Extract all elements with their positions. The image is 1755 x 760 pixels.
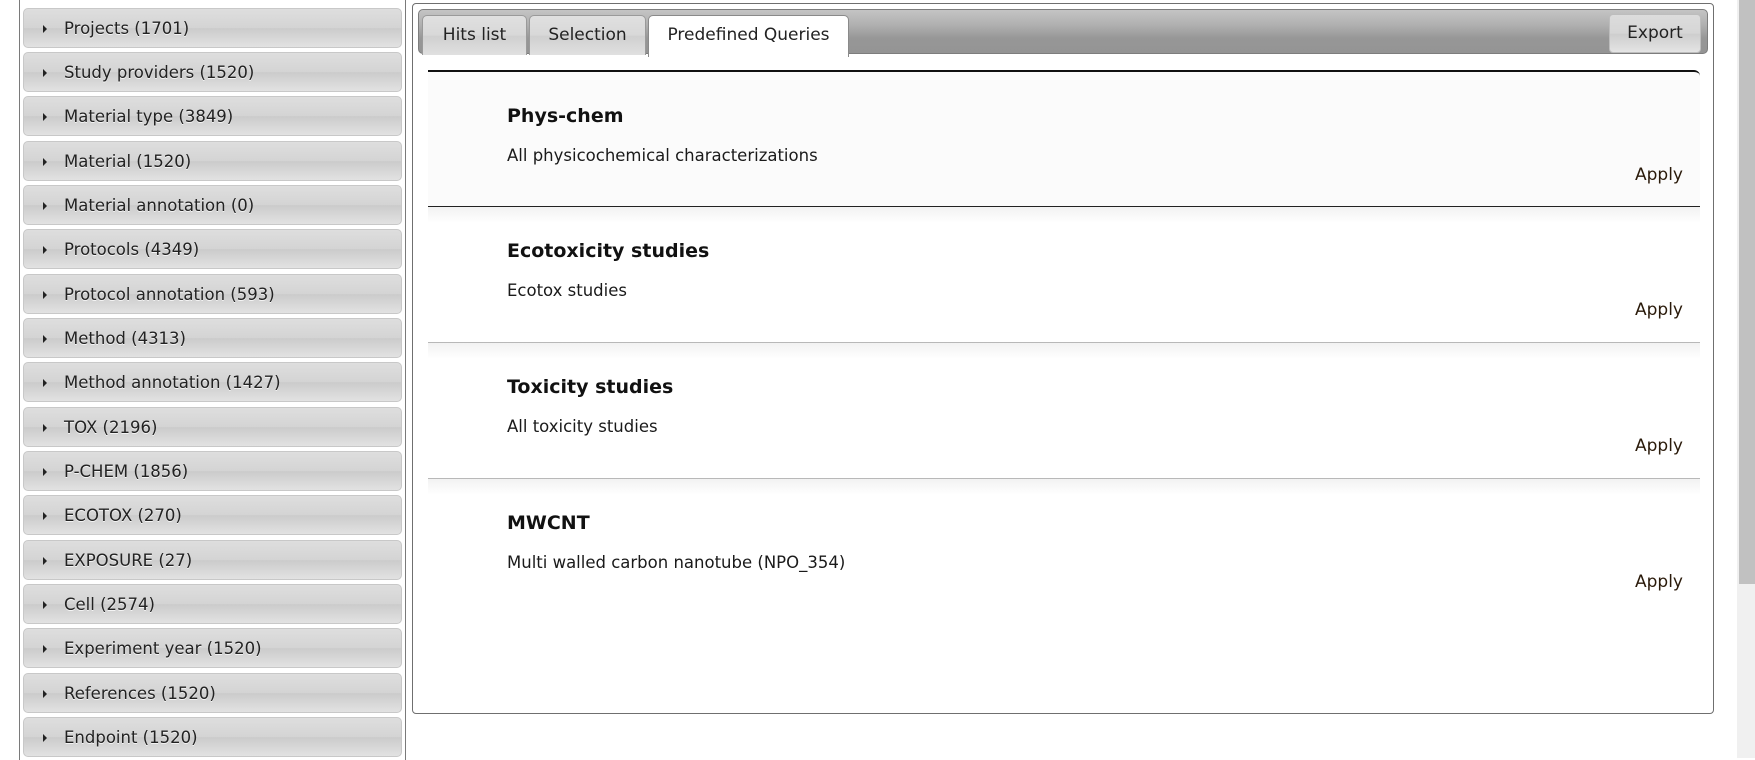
- scrollbar-thumb[interactable]: [1739, 0, 1755, 584]
- facet-label: EXPOSURE (27): [64, 551, 193, 570]
- triangle-right-icon: [43, 690, 47, 698]
- triangle-right-icon: [43, 645, 47, 653]
- facet-label: References (1520): [64, 684, 216, 703]
- facet-label: TOX (2196): [64, 418, 158, 437]
- facet-label: Protocols (4349): [64, 240, 200, 259]
- query-item: Phys-chem All physicochemical characteri…: [428, 70, 1700, 206]
- facet-protocols[interactable]: Protocols (4349): [23, 229, 402, 269]
- query-description: Ecotox studies: [507, 281, 627, 300]
- facet-tox[interactable]: TOX (2196): [23, 407, 402, 447]
- triangle-right-icon: [43, 557, 47, 565]
- facet-label: Method annotation (1427): [64, 373, 281, 392]
- triangle-right-icon: [43, 158, 47, 166]
- apply-button[interactable]: Apply: [1635, 572, 1683, 592]
- query-item: Toxicity studies All toxicity studies Ap…: [428, 342, 1700, 478]
- triangle-right-icon: [43, 734, 47, 742]
- facet-material-type[interactable]: Material type (3849): [23, 96, 402, 136]
- triangle-right-icon: [43, 468, 47, 476]
- facet-label: P-CHEM (1856): [64, 462, 189, 481]
- facet-protocol-annotation[interactable]: Protocol annotation (593): [23, 274, 402, 314]
- facet-material[interactable]: Material (1520): [23, 141, 402, 181]
- predefined-queries-list: Phys-chem All physicochemical characteri…: [428, 70, 1700, 614]
- query-title: Toxicity studies: [507, 376, 674, 398]
- facet-label: Material type (3849): [64, 107, 234, 126]
- export-button[interactable]: Export: [1609, 14, 1701, 53]
- triangle-right-icon: [43, 25, 47, 33]
- query-title: Phys-chem: [507, 105, 624, 127]
- triangle-right-icon: [43, 291, 47, 299]
- triangle-right-icon: [43, 246, 47, 254]
- facet-experiment-year[interactable]: Experiment year (1520): [23, 628, 402, 668]
- triangle-right-icon: [43, 601, 47, 609]
- query-title: Ecotoxicity studies: [507, 240, 710, 262]
- facet-cell[interactable]: Cell (2574): [23, 584, 402, 624]
- triangle-right-icon: [43, 113, 47, 121]
- facet-label: Experiment year (1520): [64, 639, 262, 658]
- query-item: Ecotoxicity studies Ecotox studies Apply: [428, 206, 1700, 342]
- facet-label: Protocol annotation (593): [64, 285, 275, 304]
- facet-material-annotation[interactable]: Material annotation (0): [23, 185, 402, 225]
- facet-label: Study providers (1520): [64, 63, 255, 82]
- query-title: MWCNT: [507, 512, 590, 534]
- tab-bar: Hits list Selection Predefined Queries E…: [418, 9, 1708, 57]
- facet-label: Cell (2574): [64, 595, 155, 614]
- results-panel: Hits list Selection Predefined Queries E…: [412, 3, 1714, 714]
- facet-label: ECOTOX (270): [64, 506, 182, 525]
- facet-projects[interactable]: Projects (1701): [23, 8, 402, 48]
- apply-button[interactable]: Apply: [1635, 165, 1683, 185]
- facet-method[interactable]: Method (4313): [23, 318, 402, 358]
- tab-hits-list[interactable]: Hits list: [422, 15, 527, 55]
- query-description: All physicochemical characterizations: [507, 146, 818, 165]
- triangle-right-icon: [43, 69, 47, 77]
- facet-label: Endpoint (1520): [64, 728, 198, 747]
- tab-selection[interactable]: Selection: [529, 15, 646, 55]
- facet-ecotox[interactable]: ECOTOX (270): [23, 495, 402, 535]
- triangle-right-icon: [43, 424, 47, 432]
- facet-label: Method (4313): [64, 329, 186, 348]
- query-item: MWCNT Multi walled carbon nanotube (NPO_…: [428, 478, 1700, 614]
- facet-endpoint[interactable]: Endpoint (1520): [23, 717, 402, 757]
- facet-study-providers[interactable]: Study providers (1520): [23, 52, 402, 92]
- facet-method-annotation[interactable]: Method annotation (1427): [23, 362, 402, 402]
- facet-sidebar: Projects (1701) Study providers (1520) M…: [19, 0, 406, 760]
- facet-references[interactable]: References (1520): [23, 673, 402, 713]
- facet-p-chem[interactable]: P-CHEM (1856): [23, 451, 402, 491]
- facet-label: Projects (1701): [64, 19, 190, 38]
- query-description: All toxicity studies: [507, 417, 658, 436]
- triangle-right-icon: [43, 202, 47, 210]
- facet-label: Material annotation (0): [64, 196, 255, 215]
- tab-predefined-queries[interactable]: Predefined Queries: [648, 15, 849, 57]
- triangle-right-icon: [43, 512, 47, 520]
- apply-button[interactable]: Apply: [1635, 436, 1683, 456]
- triangle-right-icon: [43, 379, 47, 387]
- facet-exposure[interactable]: EXPOSURE (27): [23, 540, 402, 580]
- triangle-right-icon: [43, 335, 47, 343]
- facet-label: Material (1520): [64, 152, 192, 171]
- apply-button[interactable]: Apply: [1635, 300, 1683, 320]
- query-description: Multi walled carbon nanotube (NPO_354): [507, 553, 846, 572]
